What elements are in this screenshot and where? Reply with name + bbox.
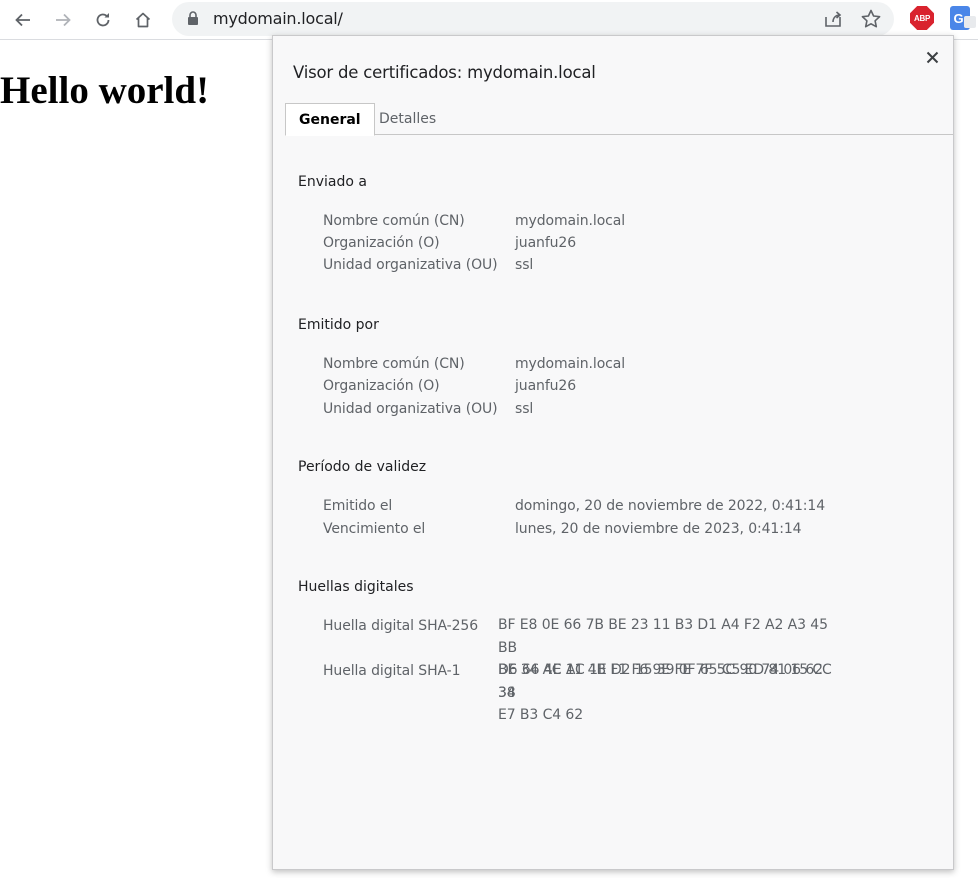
back-button[interactable]: [7, 4, 39, 36]
browser-toolbar: mydomain.local/ ABP G: [0, 0, 978, 40]
issued-to-o-value: juanfu26: [515, 235, 577, 251]
dialog-title: Visor de certificados: mydomain.local: [293, 63, 596, 82]
google-translate-extension-icon[interactable]: G: [950, 6, 976, 30]
expires-on-value: lunes, 20 de noviembre de 2023, 0:41:14: [515, 521, 802, 537]
close-icon: [926, 51, 938, 63]
issued-by-o-value: juanfu26: [515, 378, 577, 394]
tab-details[interactable]: Detalles: [366, 103, 449, 135]
sha1-value: D6 66 4E 11 4B F1 F6 9E FE 7F 5C 90 74 0…: [498, 659, 838, 727]
close-button[interactable]: [923, 48, 941, 66]
forward-button[interactable]: [47, 4, 79, 36]
sha256-label: Huella digital SHA-256: [323, 618, 479, 634]
section-fingerprints-title: Huellas digitales: [298, 579, 414, 595]
page-heading: Hello world!: [0, 69, 210, 112]
section-issued-to-title: Enviado a: [298, 174, 367, 190]
reload-icon: [96, 13, 110, 27]
issued-by-cn-label: Nombre común (CN): [323, 356, 465, 372]
section-validity-title: Período de validez: [298, 459, 427, 475]
address-bar[interactable]: mydomain.local/: [172, 2, 894, 36]
issued-by-ou-label: Unidad organizativa (OU): [323, 401, 498, 417]
tab-general[interactable]: General: [285, 103, 375, 136]
sha1-value-line: D6 66 4E 11 4B F1 F6 9E FE 7F 5C 90 74 0…: [498, 662, 823, 701]
issued-to-ou-label: Unidad organizativa (OU): [323, 257, 498, 273]
issued-to-ou-value: ssl: [515, 257, 534, 273]
issued-by-cn-value: mydomain.local: [515, 356, 626, 372]
certificate-viewer-dialog: Visor de certificados: mydomain.local Ge…: [272, 35, 954, 870]
issued-on-value: domingo, 20 de noviembre de 2022, 0:41:1…: [515, 498, 826, 514]
share-icon[interactable]: [822, 8, 844, 30]
issued-to-o-label: Organización (O): [323, 235, 440, 251]
issued-by-ou-value: ssl: [515, 401, 534, 417]
section-issued-by-title: Emitido por: [298, 317, 379, 333]
arrow-left-icon: [15, 13, 30, 27]
reload-button[interactable]: [87, 4, 119, 36]
issued-to-cn-value: mydomain.local: [515, 213, 626, 229]
issued-on-label: Emitido el: [323, 498, 393, 514]
issued-by-o-label: Organización (O): [323, 378, 440, 394]
expires-on-label: Vencimiento el: [323, 521, 426, 537]
url-text[interactable]: mydomain.local/: [213, 9, 343, 28]
issued-to-cn-label: Nombre común (CN): [323, 213, 465, 229]
adblock-plus-extension-icon[interactable]: ABP: [910, 6, 934, 30]
sha256-value-line: BF E8 0E 66 7B BE 23 11 B3 D1 A4 F2 A2 A…: [498, 617, 828, 656]
home-icon: [135, 12, 151, 28]
tab-bar: General Detalles: [285, 103, 953, 136]
lock-icon[interactable]: [186, 10, 200, 26]
bookmark-star-icon[interactable]: [860, 8, 882, 30]
sha1-value-line: E7 B3 C4 62: [498, 707, 584, 723]
arrow-right-icon: [56, 13, 71, 27]
sha1-label: Huella digital SHA-1: [323, 663, 461, 679]
home-button[interactable]: [127, 4, 159, 36]
